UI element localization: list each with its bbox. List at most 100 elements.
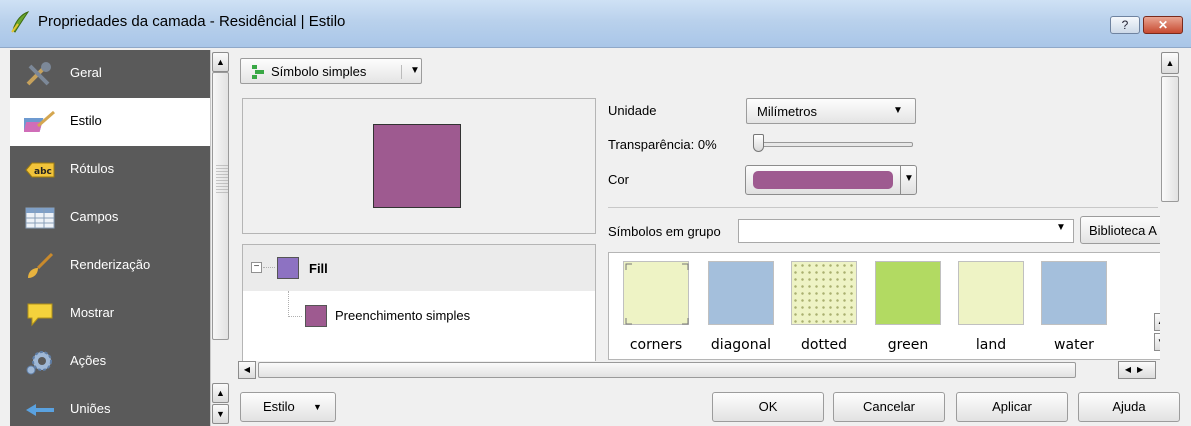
gear-icon xyxy=(26,351,52,375)
horizontal-scroll-thumb[interactable] xyxy=(258,362,1076,378)
renderer-type-select[interactable]: Símbolo simples ▼ xyxy=(240,58,422,84)
scroll-down-icon[interactable]: ▼ xyxy=(212,404,229,424)
scroll-up-icon[interactable]: ▲ xyxy=(212,52,229,72)
symbol-item-corners[interactable]: corners xyxy=(615,261,695,357)
symbol-layer-tree[interactable]: − Fill Preenchimento simples xyxy=(242,244,596,374)
sidebar-item-rotulos[interactable]: abc Rótulos xyxy=(10,146,210,194)
sidebar-item-label: Renderização xyxy=(70,257,151,272)
symbol-swatch xyxy=(875,261,941,325)
symbol-name: diagonal xyxy=(710,337,772,353)
symbol-swatch xyxy=(708,261,774,325)
chevron-down-icon[interactable]: ▼ xyxy=(900,165,917,195)
tools-icon xyxy=(26,62,51,86)
symbol-group-label: Símbolos em grupo xyxy=(608,224,721,239)
fill-label: Fill xyxy=(309,261,328,276)
abc-label-icon: abc xyxy=(25,162,55,178)
fill-swatch xyxy=(277,257,299,279)
splitter-grip[interactable] xyxy=(216,165,228,195)
symbol-swatch xyxy=(791,261,857,325)
help-button[interactable]: Ajuda xyxy=(1078,392,1180,422)
symbol-library-button[interactable]: Biblioteca A xyxy=(1080,216,1170,244)
symbol-name: corners xyxy=(629,337,683,353)
sidebar-scrollbar[interactable]: ▲ ▲ ▼ xyxy=(210,50,229,426)
vertical-splitter[interactable] xyxy=(600,98,604,374)
right-scrollbar[interactable]: ▲ xyxy=(1160,50,1180,386)
tree-row-fill[interactable]: − Fill xyxy=(243,245,595,291)
symbol-name: land xyxy=(975,337,1007,353)
paint-brush-icon xyxy=(24,110,55,132)
tree-connector xyxy=(288,291,302,317)
sidebar-item-mostrar[interactable]: Mostrar xyxy=(10,290,210,338)
color-label: Cor xyxy=(608,172,629,187)
symbol-preview-square xyxy=(373,124,461,208)
sidebar-item-label: Uniões xyxy=(70,401,111,416)
right-scroll-thumb[interactable] xyxy=(1161,76,1179,202)
symbol-name: green xyxy=(887,337,929,353)
apply-button[interactable]: Aplicar xyxy=(956,392,1068,422)
symbol-properties-panel: Unidade Milímetros ▼ Transparência: 0% C… xyxy=(608,90,1170,390)
scroll-up-icon[interactable]: ▲ xyxy=(212,383,229,403)
style-button-label: Estilo xyxy=(263,399,295,414)
sidebar-scroll-thumb[interactable] xyxy=(212,72,229,340)
ok-button[interactable]: OK xyxy=(712,392,824,422)
transparency-slider-handle[interactable] xyxy=(753,134,764,152)
sidebar-item-acoes[interactable]: Ações xyxy=(10,338,210,386)
tree-connector xyxy=(263,267,275,268)
collapse-icon[interactable]: − xyxy=(251,262,262,273)
divider xyxy=(608,207,1158,208)
symbol-item-water[interactable]: water xyxy=(1033,261,1113,357)
symbol-group-select[interactable] xyxy=(738,219,1074,243)
symbol-swatch xyxy=(1041,261,1107,325)
simple-fill-swatch xyxy=(305,305,327,327)
symbol-item-dotted[interactable]: dotted xyxy=(783,261,863,357)
style-menu-button[interactable]: Estilo ▼ xyxy=(240,392,336,422)
chevron-down-icon: ▼ xyxy=(893,105,903,116)
scroll-left-right-icon[interactable]: ◀▶ xyxy=(1118,361,1156,379)
main-panel: Símbolo simples ▼ − Fill Preenchimento s… xyxy=(230,50,1191,426)
color-button[interactable]: ▼ xyxy=(745,165,917,195)
chevron-down-icon: ▼ xyxy=(313,402,322,412)
symbol-swatch xyxy=(958,261,1024,325)
sidebar-item-unioes[interactable]: Uniões xyxy=(10,386,210,426)
window-help-button[interactable]: ? xyxy=(1110,16,1140,34)
sidebar-item-label: Rótulos xyxy=(70,161,115,176)
unit-select[interactable]: Milímetros ▼ xyxy=(746,98,916,124)
scroll-up-icon[interactable]: ▲ xyxy=(1161,52,1179,74)
sidebar: Geral Estilo abc Rótulos Campos Renderiz… xyxy=(10,50,210,426)
sidebar-item-label: Mostrar xyxy=(70,305,115,320)
sidebar-item-label: Campos xyxy=(70,209,119,224)
color-swatch xyxy=(753,171,893,189)
table-icon xyxy=(25,207,55,229)
sidebar-item-label: Geral xyxy=(70,65,102,80)
corners-pattern-icon xyxy=(625,263,689,325)
cancel-button[interactable]: Cancelar xyxy=(833,392,945,422)
svg-text:abc: abc xyxy=(34,167,52,177)
chevron-down-icon: ▼ xyxy=(401,65,420,79)
qgis-logo-icon xyxy=(11,11,30,33)
symbol-item-diagonal[interactable]: diagonal xyxy=(700,261,780,357)
window-close-button[interactable]: ✕ xyxy=(1143,16,1183,34)
symbol-preview xyxy=(242,98,596,234)
scroll-left-icon[interactable]: ◀ xyxy=(238,361,256,379)
title-bar: Propriedades da camada - Residêncial | E… xyxy=(0,0,1191,48)
sidebar-item-campos[interactable]: Campos xyxy=(10,194,210,242)
simple-fill-label[interactable]: Preenchimento simples xyxy=(335,308,470,323)
renderer-type-value: Símbolo simples xyxy=(271,64,367,79)
symbol-name: dotted xyxy=(801,337,847,353)
sidebar-item-label: Ações xyxy=(70,353,107,368)
symbol-item-land[interactable]: land xyxy=(950,261,1030,357)
sidebar-item-geral[interactable]: Geral xyxy=(10,50,210,98)
symbol-name: water xyxy=(1054,337,1094,353)
symbol-list[interactable]: corners diagonal dotted green land water xyxy=(608,252,1168,360)
brush-icon xyxy=(28,252,54,278)
sidebar-item-renderizacao[interactable]: Renderização xyxy=(10,242,210,290)
unit-label: Unidade xyxy=(608,103,657,118)
symbol-item-green[interactable]: green xyxy=(867,261,947,357)
horizontal-scrollbar[interactable]: ◀ ◀▶ xyxy=(238,361,1158,379)
single-symbol-icon xyxy=(252,65,264,79)
sidebar-item-estilo[interactable]: Estilo xyxy=(10,98,210,146)
transparency-slider[interactable] xyxy=(758,142,913,147)
symbol-swatch xyxy=(623,261,689,325)
join-icon xyxy=(26,404,54,416)
chevron-down-icon[interactable]: ▼ xyxy=(1056,222,1066,233)
